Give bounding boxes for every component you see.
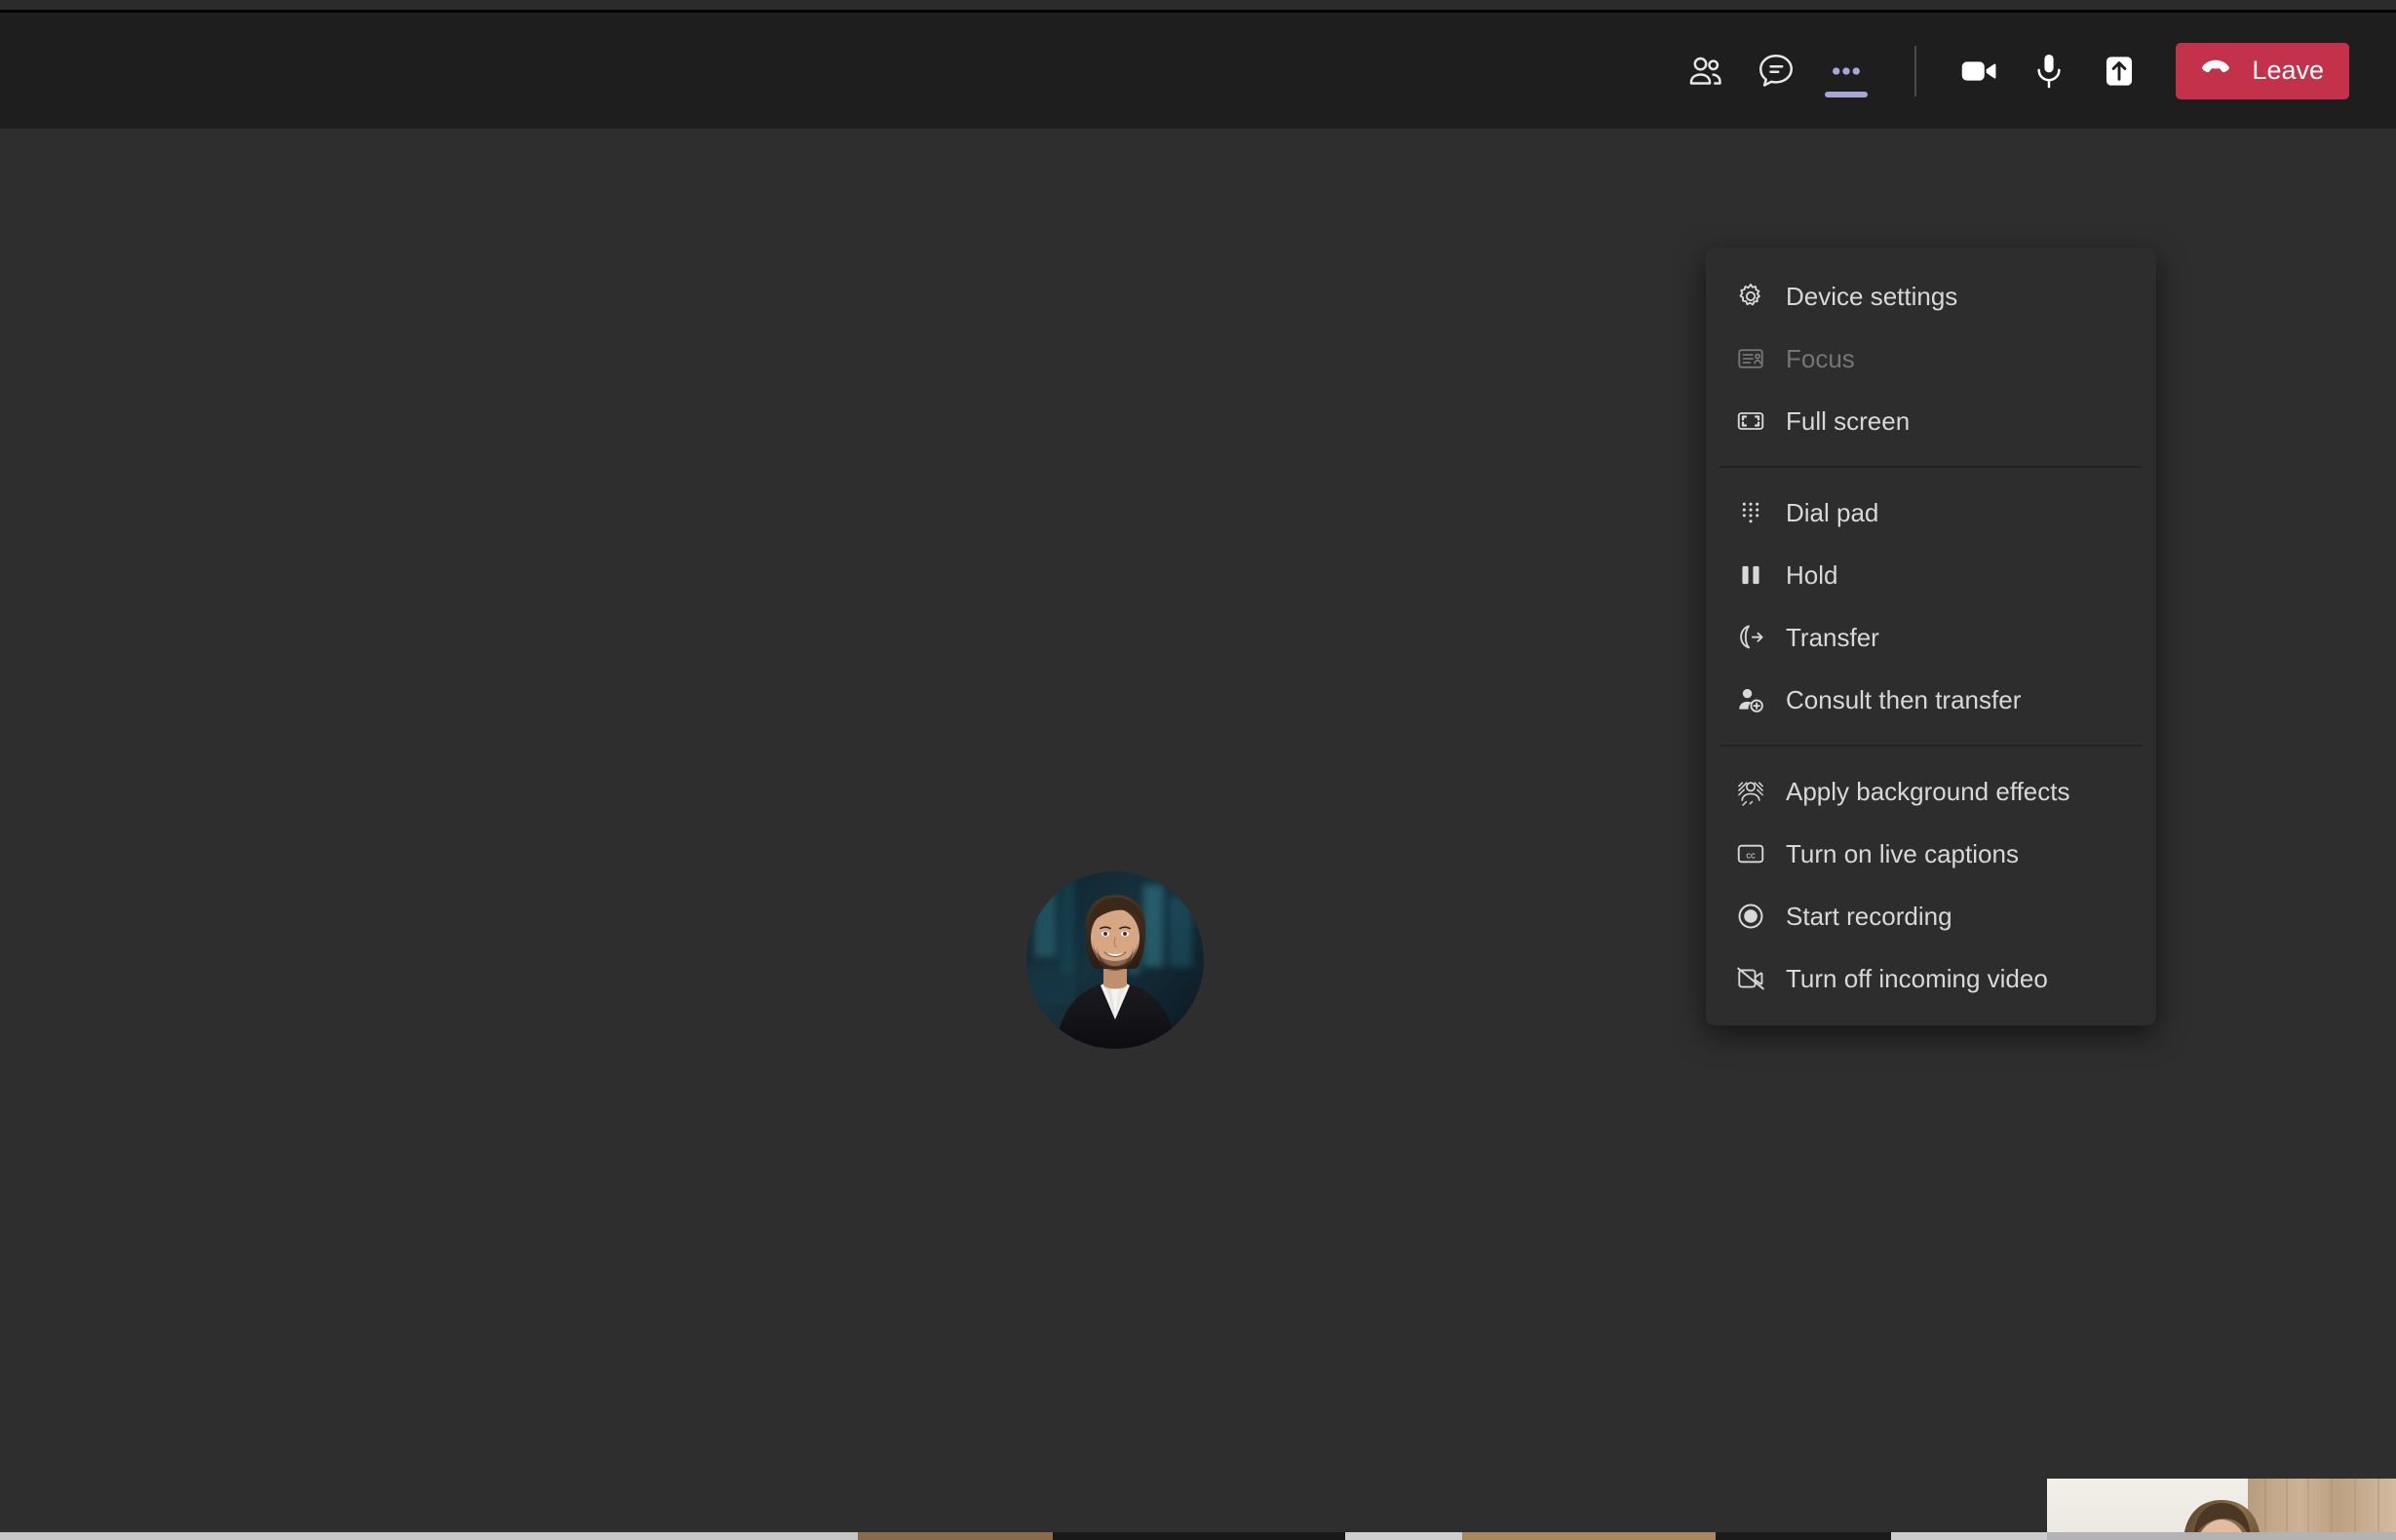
focus-icon [1735, 343, 1786, 374]
share-icon [2097, 49, 2142, 94]
menu-divider [1720, 745, 2143, 747]
menu-item-turn-on-live-captions[interactable]: cc Turn on live captions [1706, 823, 2156, 885]
menu-item-dial-pad[interactable]: Dial pad [1706, 481, 2156, 544]
menu-item-focus: Focus [1706, 327, 2156, 390]
hangup-icon [2197, 49, 2234, 93]
more-actions-button[interactable] [1811, 33, 1881, 109]
active-tab-underline [1825, 91, 1869, 97]
menu-item-label: Device settings [1786, 281, 1958, 311]
hold-icon [1735, 559, 1786, 591]
menu-item-label: Start recording [1786, 901, 1952, 931]
camera-button[interactable] [1944, 33, 2014, 109]
sliver-segment [858, 1532, 1053, 1540]
menu-item-label: Turn on live captions [1786, 838, 2019, 868]
toolbar-left-group: Leave [1671, 33, 2396, 109]
menu-divider [1720, 466, 2143, 468]
more-icon [1825, 50, 1868, 93]
consult-icon [1735, 684, 1786, 715]
leave-button[interactable]: Leave [2176, 42, 2349, 99]
teams-call-window: Leave Device settings Focus Full screen … [0, 0, 2396, 1540]
menu-item-device-settings[interactable]: Device settings [1706, 265, 2156, 327]
participant-avatar [1026, 871, 1204, 1049]
record-icon [1735, 901, 1786, 932]
menu-item-label: Transfer [1786, 622, 1879, 652]
call-toolbar: Leave [0, 13, 2396, 129]
page-bottom-sliver [0, 1532, 2396, 1540]
captions-icon: cc [1735, 838, 1786, 869]
menu-item-apply-background-effects[interactable]: Apply background effects [1706, 760, 2156, 823]
chat-button[interactable] [1741, 33, 1811, 109]
sliver-segment [1891, 1532, 2047, 1540]
menu-item-full-screen[interactable]: Full screen [1706, 390, 2156, 452]
sliver-segment [0, 1532, 858, 1540]
people-button[interactable] [1671, 33, 1741, 109]
menu-item-label: Full screen [1786, 405, 1911, 436]
self-view-frame [2047, 1479, 2396, 1540]
avatar-photo [1026, 871, 1204, 1049]
people-icon [1684, 50, 1727, 93]
background-effects-icon [1735, 776, 1786, 807]
menu-item-start-recording[interactable]: Start recording [1706, 885, 2156, 947]
dialpad-icon [1735, 497, 1786, 528]
chat-icon [1755, 50, 1797, 93]
more-actions-menu: Device settings Focus Full screen Dial p… [1706, 248, 2156, 1025]
sliver-segment [1345, 1532, 1462, 1540]
leave-button-label: Leave [2252, 56, 2324, 85]
sliver-segment [1462, 1532, 1716, 1540]
menu-item-label: Turn off incoming video [1786, 963, 2048, 993]
menu-item-hold[interactable]: Hold [1706, 544, 2156, 606]
svg-text:cc: cc [1746, 851, 1756, 862]
menu-item-label: Consult then transfer [1786, 684, 2022, 714]
call-stage: Device settings Focus Full screen Dial p… [0, 129, 2396, 1540]
video-off-icon [1735, 963, 1786, 994]
toolbar-divider [1914, 45, 1917, 96]
transfer-icon [1735, 622, 1786, 653]
menu-item-label: Dial pad [1786, 497, 1879, 527]
gear-icon [1735, 281, 1786, 312]
self-view-video[interactable] [2047, 1479, 2396, 1540]
menu-item-label: Focus [1786, 343, 1855, 373]
menu-item-consult-then-transfer[interactable]: Consult then transfer [1706, 669, 2156, 731]
sliver-segment [1716, 1532, 1891, 1540]
sliver-segment [1053, 1532, 1345, 1540]
mic-icon [2027, 49, 2071, 94]
fullscreen-icon [1735, 405, 1786, 437]
camera-icon [1956, 49, 2001, 94]
share-content-button[interactable] [2084, 33, 2154, 109]
menu-item-label: Apply background effects [1786, 776, 2070, 806]
menu-item-transfer[interactable]: Transfer [1706, 606, 2156, 669]
window-top-chrome [0, 0, 2396, 10]
menu-item-turn-off-incoming-video[interactable]: Turn off incoming video [1706, 947, 2156, 1010]
microphone-button[interactable] [2014, 33, 2084, 109]
sliver-segment [2047, 1532, 2396, 1540]
menu-item-label: Hold [1786, 559, 1838, 590]
